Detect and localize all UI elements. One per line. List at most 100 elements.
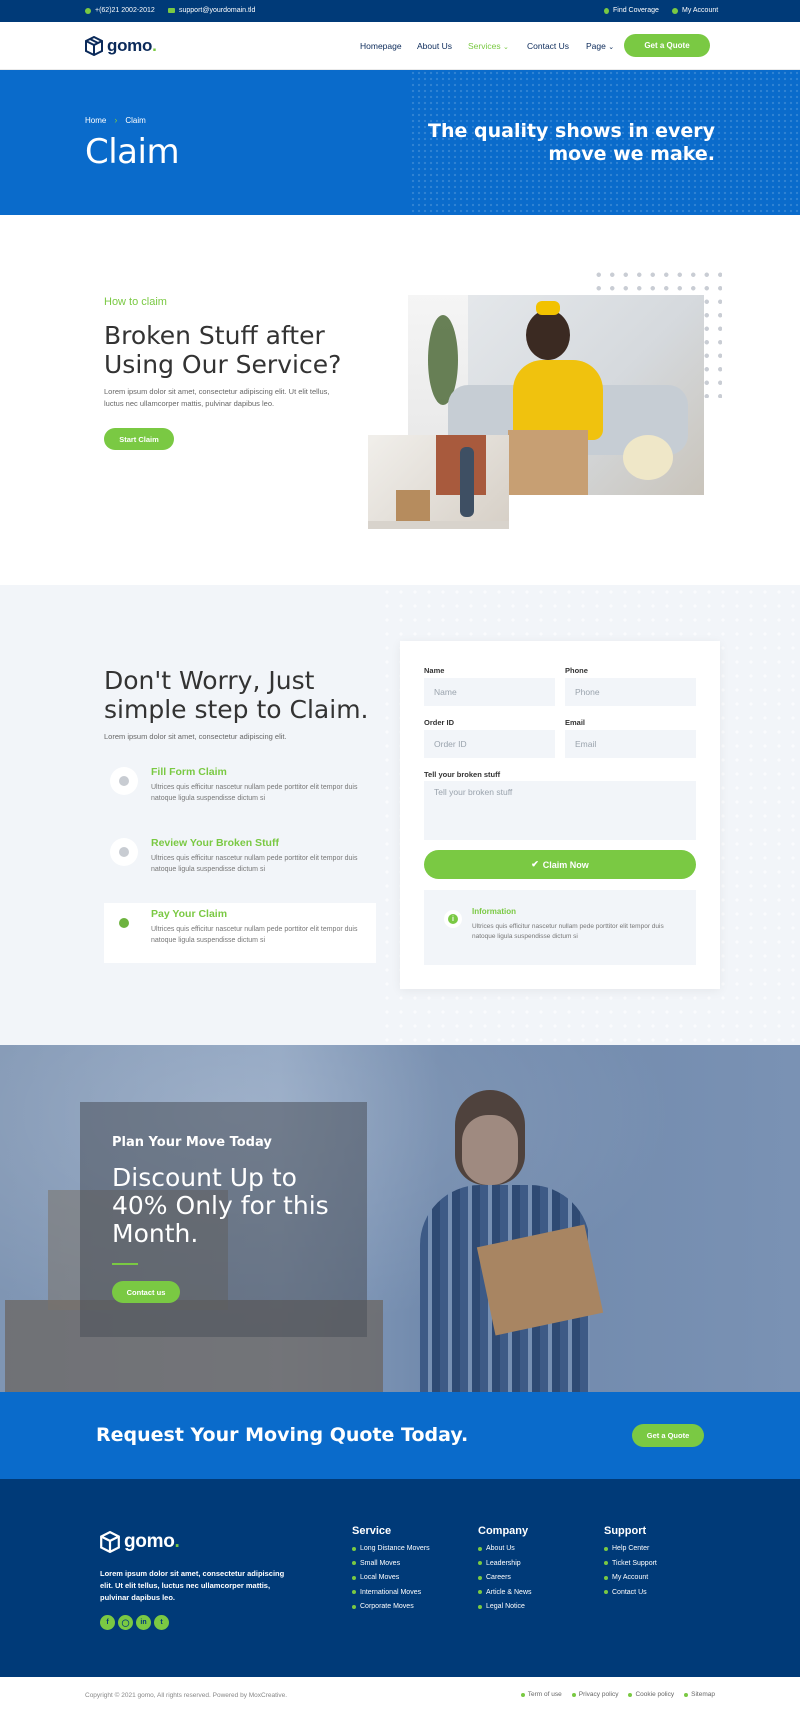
nav-services[interactable]: Services ⌄ <box>468 41 509 51</box>
linkedin-icon[interactable]: in <box>136 1615 151 1630</box>
step-title: Pay Your Claim <box>151 908 228 920</box>
footer-col-service: Service Long Distance Movers Small Moves… <box>352 1525 430 1610</box>
footer-about: Lorem ipsum dolor sit amet, consectetur … <box>100 1569 285 1602</box>
claim-heading: Don't Worry, Just simple step to Claim. <box>104 666 369 724</box>
topbar-email[interactable]: support@yourdomain.tld <box>168 7 255 14</box>
facebook-icon[interactable]: f <box>100 1615 115 1630</box>
my-account-link[interactable]: My Account <box>672 7 718 14</box>
footer-link[interactable]: Article & News <box>478 1589 532 1596</box>
phone-input[interactable] <box>565 678 696 706</box>
find-coverage-link[interactable]: Find Coverage <box>604 7 659 14</box>
step-review: Review Your Broken Stuff Ultrices quis e… <box>104 832 376 892</box>
breadcrumb-home[interactable]: Home <box>85 116 106 125</box>
footer-link[interactable]: Legal Notice <box>478 1603 532 1610</box>
step-dot-icon <box>114 842 134 862</box>
footer-link[interactable]: Careers <box>478 1574 532 1581</box>
email-label: Email <box>565 718 586 727</box>
legal-link[interactable]: Term of use <box>520 1691 562 1698</box>
claim-form: Name Phone Order ID Email Tell your brok… <box>400 641 720 989</box>
box-logo-icon <box>100 1531 120 1553</box>
discount-card: Plan Your Move Today Discount Up to 40% … <box>80 1102 367 1337</box>
quote-band: Request Your Moving Quote Today. Get a Q… <box>0 1392 800 1479</box>
page-hero: Home › Claim Claim The quality shows in … <box>0 70 800 215</box>
user-icon <box>672 7 678 14</box>
how-eyebrow: How to claim <box>104 296 167 308</box>
footer-link[interactable]: About Us <box>478 1545 532 1552</box>
legal-link[interactable]: Privacy policy <box>571 1691 618 1698</box>
twitter-icon[interactable]: t <box>154 1615 169 1630</box>
footer-link[interactable]: Contact Us <box>604 1589 657 1596</box>
info-text: Ultrices quis efficitur nascetur nullam … <box>472 923 664 940</box>
phone-icon <box>85 7 91 14</box>
instagram-icon[interactable]: ◯ <box>118 1615 133 1630</box>
copyright: Copyright © 2021 gomo, All rights reserv… <box>85 1692 288 1699</box>
chevron-down-icon: ⌄ <box>502 44 509 51</box>
info-box: i Information Ultrices quis efficitur na… <box>424 890 696 965</box>
footer-col-company: Company About Us Leadership Careers Arti… <box>478 1525 532 1610</box>
info-icon: i <box>444 910 462 928</box>
top-bar: +(62)21 2002-2012 support@yourdomain.tld… <box>0 0 800 22</box>
contact-us-button[interactable]: Contact us <box>112 1281 180 1303</box>
chevron-right-icon: › <box>114 115 118 125</box>
hero-tagline: The quality shows in every move we make. <box>428 120 715 165</box>
quote-band-text: Request Your Moving Quote Today. <box>96 1424 469 1446</box>
footer-link[interactable]: Small Moves <box>352 1560 430 1567</box>
legal-links: Term of use Privacy policy Cookie policy… <box>520 1691 715 1698</box>
chevron-down-icon: ⌄ <box>608 44 615 51</box>
how-text: Lorem ipsum dolor sit amet, consectetur … <box>104 387 330 408</box>
step-text: Ultrices quis efficitur nascetur nullam … <box>151 855 358 873</box>
footer-link[interactable]: Help Center <box>604 1545 657 1552</box>
location-pin-icon <box>604 7 609 14</box>
band-get-quote-button[interactable]: Get a Quote <box>632 1424 704 1447</box>
mail-icon <box>168 8 175 13</box>
claim-now-button[interactable]: ✔ Claim Now <box>424 850 696 879</box>
step-title: Fill Form Claim <box>151 766 227 778</box>
legal-link[interactable]: Sitemap <box>684 1691 715 1698</box>
start-claim-button[interactable]: Start Claim <box>104 428 174 450</box>
legal-link[interactable]: Cookie policy <box>628 1691 674 1698</box>
order-id-label: Order ID <box>424 718 455 727</box>
man-moving-photo <box>368 435 509 529</box>
step-text: Ultrices quis efficitur nascetur nullam … <box>151 926 358 944</box>
info-title: Information <box>472 907 516 916</box>
footer-link[interactable]: Long Distance Movers <box>352 1545 430 1552</box>
check-icon: ✔ <box>531 859 539 869</box>
step-title: Review Your Broken Stuff <box>151 837 279 849</box>
box-logo-icon <box>85 36 103 56</box>
footer-link[interactable]: My Account <box>604 1574 657 1581</box>
phone-label: Phone <box>565 666 588 675</box>
nav-about-us[interactable]: About Us <box>417 41 452 51</box>
nav-contact-us[interactable]: Contact Us <box>527 41 569 51</box>
step-dot-icon <box>114 771 134 791</box>
how-heading: Broken Stuff after Using Our Service? <box>104 321 342 379</box>
footer-link[interactable]: Corporate Moves <box>352 1603 430 1610</box>
topbar-phone[interactable]: +(62)21 2002-2012 <box>85 7 155 14</box>
claim-text: Lorem ipsum dolor sit amet, consectetur … <box>104 732 287 741</box>
breadcrumb: Home › Claim <box>85 115 146 125</box>
name-label: Name <box>424 666 445 675</box>
order-id-input[interactable] <box>424 730 555 758</box>
name-input[interactable] <box>424 678 555 706</box>
bottom-bar: Copyright © 2021 gomo, All rights reserv… <box>0 1677 800 1715</box>
footer-link[interactable]: Local Moves <box>352 1574 430 1581</box>
footer-logo[interactable]: gomo. <box>100 1531 180 1553</box>
logo[interactable]: gomo. <box>85 36 157 56</box>
navbar: gomo. Homepage About Us Services ⌄ Conta… <box>0 22 800 70</box>
message-label: Tell your broken stuff <box>424 770 501 779</box>
social-links: f ◯ in t <box>100 1615 169 1630</box>
message-textarea[interactable] <box>424 781 696 840</box>
divider <box>112 1263 138 1265</box>
footer-link[interactable]: Leadership <box>478 1560 532 1567</box>
nav-page[interactable]: Page ⌄ <box>586 41 614 51</box>
page-title: Claim <box>85 132 180 172</box>
step-fill-form: Fill Form Claim Ultrices quis efficitur … <box>104 761 376 821</box>
footer-link[interactable]: Ticket Support <box>604 1560 657 1567</box>
email-input[interactable] <box>565 730 696 758</box>
breadcrumb-current: Claim <box>125 115 146 125</box>
discount-banner: Plan Your Move Today Discount Up to 40% … <box>0 1045 800 1392</box>
nav-homepage[interactable]: Homepage <box>360 41 402 51</box>
discount-heading: Discount Up to 40% Only for this Month. <box>112 1163 329 1248</box>
get-quote-button[interactable]: Get a Quote <box>624 34 710 57</box>
footer-link[interactable]: International Moves <box>352 1589 430 1596</box>
step-text: Ultrices quis efficitur nascetur nullam … <box>151 784 358 802</box>
